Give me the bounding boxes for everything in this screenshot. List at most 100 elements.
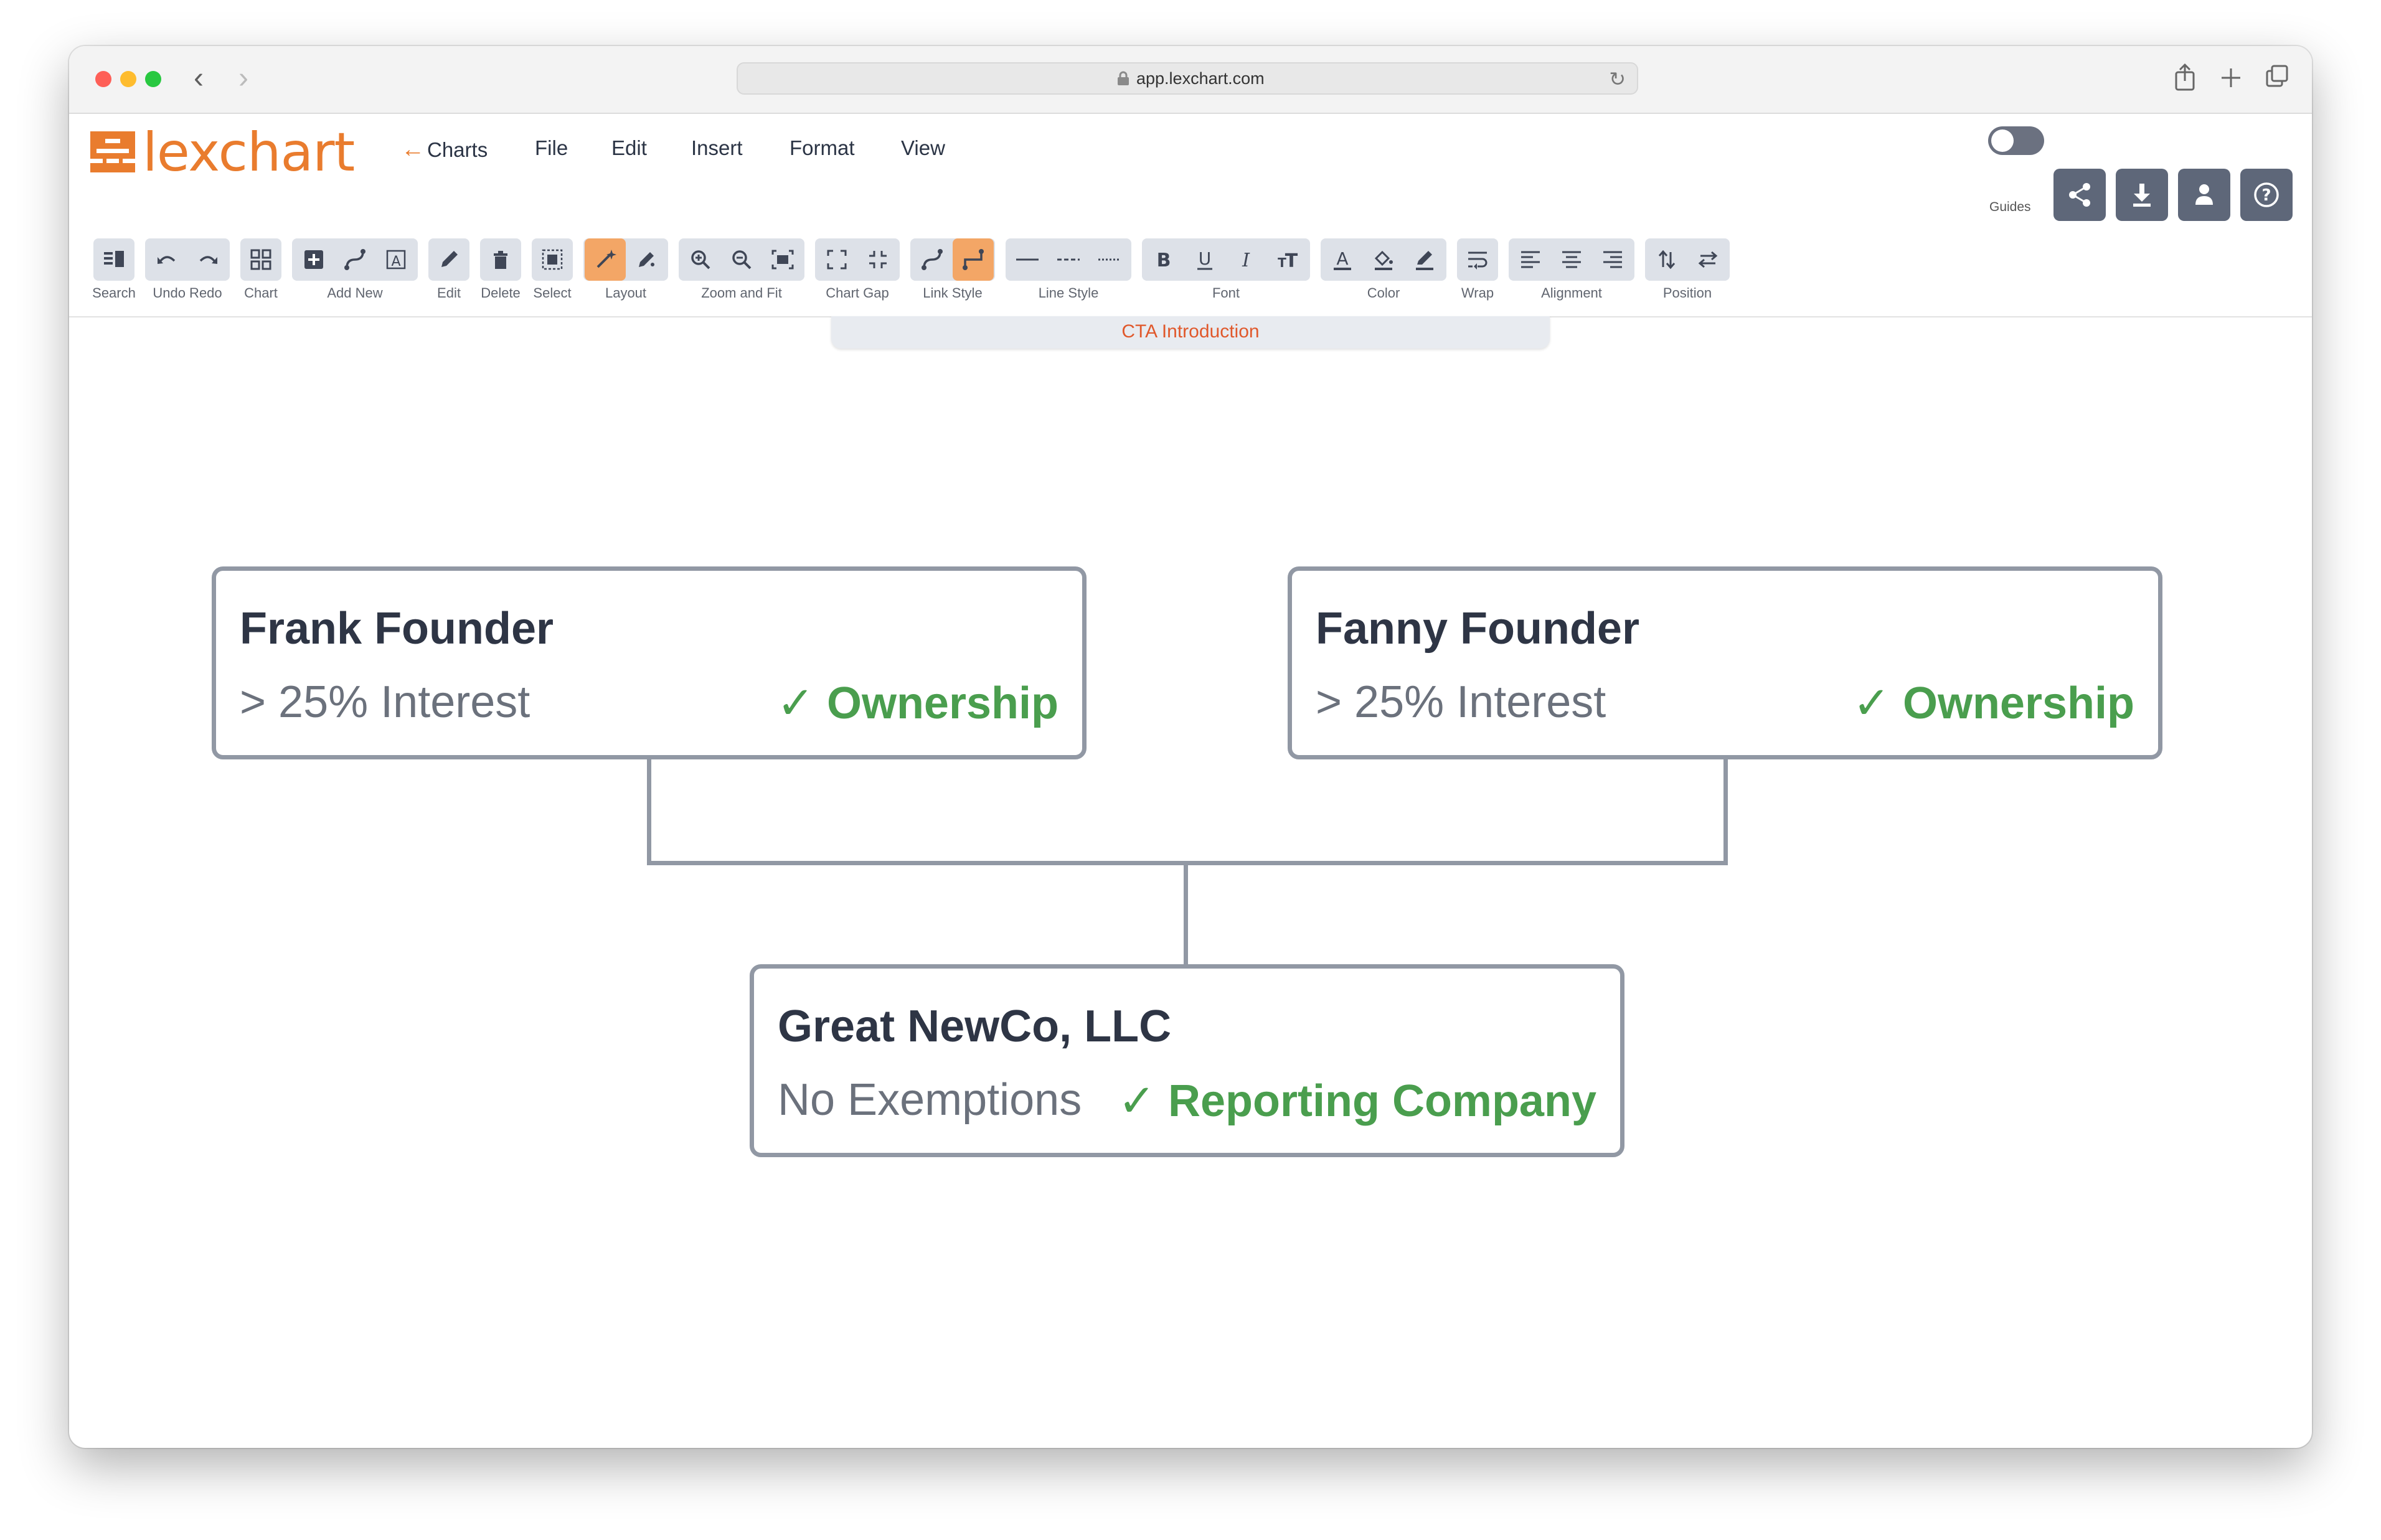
entity-box-great-newco[interactable]: Great NewCo, LLC No Exemptions ✓ Reporti… xyxy=(750,964,1624,1157)
add-box-button[interactable] xyxy=(293,238,334,281)
toolbar-zoom-group xyxy=(679,238,804,281)
italic-button[interactable]: I xyxy=(1225,238,1266,281)
toolbar-label-wrap: Wrap xyxy=(1461,285,1494,301)
entity-box-fanny-founder[interactable]: Fanny Founder > 25% Interest ✓ Ownership xyxy=(1288,566,2162,759)
zoom-in-button[interactable] xyxy=(680,238,721,281)
share-button[interactable] xyxy=(2053,169,2106,221)
connector-line[interactable] xyxy=(1723,759,1728,865)
curved-link-button[interactable] xyxy=(912,238,953,281)
swap-vertical-icon xyxy=(1658,250,1676,270)
text-size-icon: TT xyxy=(1278,250,1298,271)
align-left-button[interactable] xyxy=(1510,238,1551,281)
url-text: app.lexchart.com xyxy=(1136,69,1265,88)
wrap-button[interactable] xyxy=(1457,238,1498,281)
zoom-out-button[interactable] xyxy=(721,238,762,281)
toolbar-label-color: Color xyxy=(1367,285,1400,301)
account-button[interactable] xyxy=(2178,169,2230,221)
close-window-button[interactable] xyxy=(95,71,111,87)
app-header: lexchart ← Charts File Edit Insert Format… xyxy=(69,114,2312,317)
connector-line[interactable] xyxy=(647,759,651,865)
back-to-charts-link[interactable]: ← Charts xyxy=(401,136,488,163)
logo-mark-icon xyxy=(90,131,135,172)
address-bar[interactable]: app.lexchart.com ↻ xyxy=(737,62,1638,95)
elbow-link-button[interactable] xyxy=(953,238,994,281)
fit-button[interactable] xyxy=(762,238,803,281)
elbow-link-icon xyxy=(963,249,984,270)
bold-button[interactable]: B xyxy=(1143,238,1184,281)
solid-line-button[interactable] xyxy=(1007,238,1048,281)
select-icon xyxy=(542,249,563,270)
align-right-button[interactable] xyxy=(1592,238,1633,281)
dashed-line-icon xyxy=(1057,258,1080,261)
help-button[interactable]: ? xyxy=(2240,169,2293,221)
toolbar-label-zoom: Zoom and Fit xyxy=(701,285,782,301)
swap-horizontal-button[interactable] xyxy=(1687,238,1728,281)
font-size-button[interactable]: TT xyxy=(1266,238,1308,281)
menu-file[interactable]: File xyxy=(535,136,568,160)
tab-overview-icon[interactable] xyxy=(2265,62,2289,91)
browser-titlebar: ‹ › app.lexchart.com ↻ xyxy=(69,46,2312,114)
guides-toggle[interactable] xyxy=(1988,126,2044,155)
toolbar-label-search: Search xyxy=(92,285,136,301)
wrap-text-icon xyxy=(1468,251,1488,270)
toolbar-font-group: B U I TT xyxy=(1142,238,1310,281)
add-link-button[interactable] xyxy=(334,238,375,281)
dashed-line-button[interactable] xyxy=(1048,238,1089,281)
fit-screen-icon xyxy=(771,250,794,270)
forward-arrow-icon[interactable]: › xyxy=(238,60,248,97)
edit-button[interactable] xyxy=(428,238,469,281)
swap-vertical-button[interactable] xyxy=(1646,238,1687,281)
delete-button[interactable] xyxy=(480,238,521,281)
download-icon xyxy=(2133,184,2151,207)
toolbar-color-group: A xyxy=(1321,238,1446,281)
chart-tab[interactable]: CTA Introduction xyxy=(831,316,1550,349)
redo-button[interactable] xyxy=(187,238,229,281)
toolbar-wrap-group xyxy=(1457,238,1498,281)
undo-button[interactable] xyxy=(146,238,187,281)
dotted-line-button[interactable] xyxy=(1089,238,1130,281)
bold-icon: B xyxy=(1157,250,1171,271)
toolbar-label-layout: Layout xyxy=(605,285,647,301)
toolbar-label-edit: Edit xyxy=(437,285,461,301)
reload-icon[interactable]: ↻ xyxy=(1609,67,1626,91)
fill-color-button[interactable] xyxy=(1363,238,1404,281)
download-button[interactable] xyxy=(2116,169,2168,221)
new-tab-icon[interactable] xyxy=(2218,62,2243,91)
chart-canvas[interactable]: Frank Founder > 25% Interest ✓ Ownership… xyxy=(69,350,2312,1448)
toolbar-position-group xyxy=(1645,238,1730,281)
menu-view[interactable]: View xyxy=(901,136,945,160)
svg-text:I: I xyxy=(1242,250,1250,271)
text-box-icon: A xyxy=(386,250,406,270)
toolbar-line-style-group xyxy=(1006,238,1131,281)
toolbar-label-position: Position xyxy=(1662,285,1712,301)
layout-edit-button[interactable] xyxy=(626,238,667,281)
line-color-button[interactable] xyxy=(1404,238,1445,281)
align-center-icon xyxy=(1562,251,1581,268)
user-icon xyxy=(2195,184,2213,205)
menu-edit[interactable]: Edit xyxy=(611,136,647,160)
text-color-button[interactable]: A xyxy=(1322,238,1363,281)
align-right-icon xyxy=(1603,251,1622,268)
entity-title: Frank Founder xyxy=(240,604,554,654)
entity-box-frank-founder[interactable]: Frank Founder > 25% Interest ✓ Ownership xyxy=(212,566,1087,759)
underline-button[interactable]: U xyxy=(1184,238,1225,281)
align-center-button[interactable] xyxy=(1551,238,1592,281)
maximize-window-button[interactable] xyxy=(145,71,161,87)
pencil-icon xyxy=(441,251,458,267)
auto-layout-button[interactable] xyxy=(585,238,626,281)
expand-gap-button[interactable] xyxy=(816,238,857,281)
connector-line[interactable] xyxy=(1184,861,1188,964)
svg-text:U: U xyxy=(1199,248,1212,269)
share-page-icon[interactable] xyxy=(2172,62,2197,91)
menu-format[interactable]: Format xyxy=(790,136,855,160)
collapse-gap-button[interactable] xyxy=(857,238,898,281)
search-button[interactable] xyxy=(93,238,134,281)
add-text-button[interactable]: A xyxy=(375,238,417,281)
back-arrow-icon[interactable]: ‹ xyxy=(194,60,204,97)
menu-insert[interactable]: Insert xyxy=(691,136,743,160)
minimize-window-button[interactable] xyxy=(120,71,136,87)
toolbar-chart-gap-group xyxy=(815,238,900,281)
select-button[interactable] xyxy=(532,238,573,281)
chart-button[interactable] xyxy=(240,238,281,281)
swap-horizontal-icon xyxy=(1698,251,1718,268)
